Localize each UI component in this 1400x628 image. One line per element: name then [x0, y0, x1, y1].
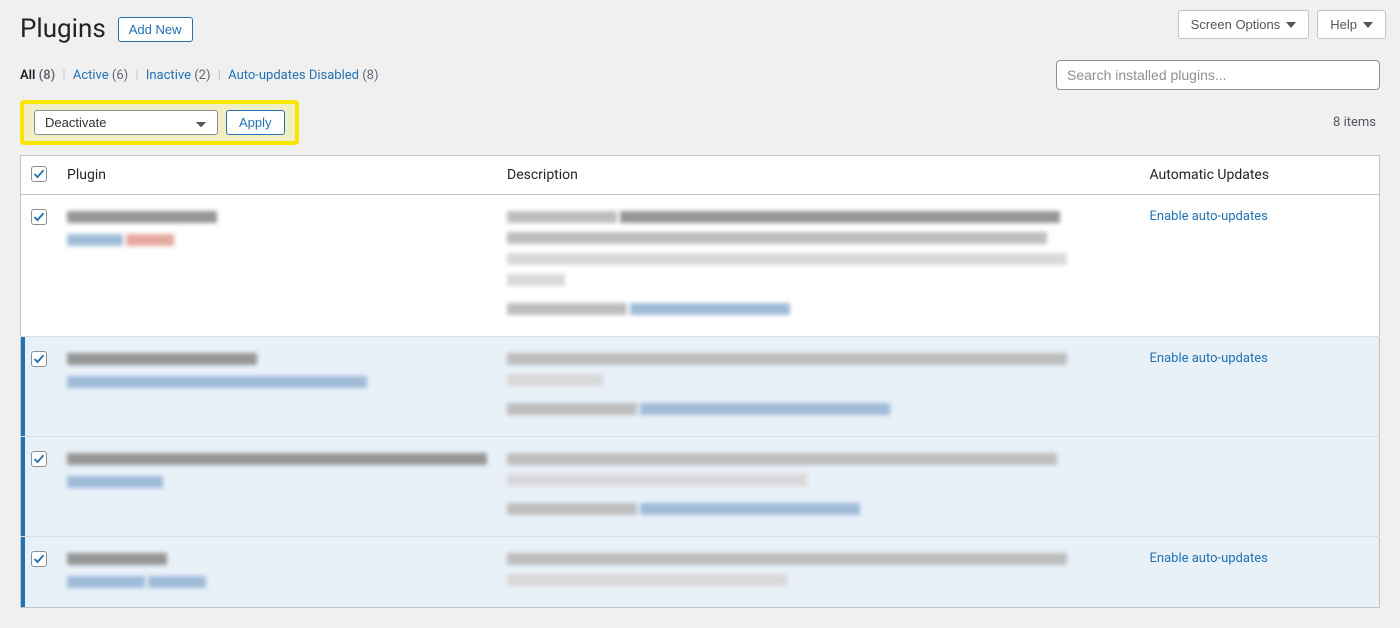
apply-button[interactable]: Apply	[226, 110, 285, 135]
caret-down-icon	[1286, 22, 1296, 28]
filter-links: All (8) | Active (6) | Inactive (2) | Au…	[20, 68, 379, 83]
plugin-description-cell	[497, 437, 1140, 537]
plugin-name-cell	[57, 337, 497, 437]
enable-auto-updates-link[interactable]: Enable auto-updates	[1150, 551, 1268, 566]
plugin-name-cell	[57, 437, 497, 537]
caret-down-icon	[1363, 22, 1373, 28]
check-icon	[33, 168, 45, 180]
page-title: Plugins	[20, 14, 106, 44]
col-description: Description	[497, 156, 1140, 195]
table-row: Enable auto-updates	[21, 537, 1380, 608]
row-checkbox[interactable]	[31, 551, 47, 567]
col-plugin: Plugin	[57, 156, 497, 195]
filter-inactive[interactable]: Inactive (2)	[146, 68, 211, 83]
table-row	[21, 437, 1380, 537]
check-icon	[33, 553, 45, 565]
plugin-description-cell	[497, 537, 1140, 608]
plugin-description-cell	[497, 337, 1140, 437]
row-checkbox[interactable]	[31, 351, 47, 367]
bulk-actions-highlight: Deactivate Apply	[20, 100, 299, 145]
table-row: Enable auto-updates	[21, 195, 1380, 337]
add-new-button[interactable]: Add New	[118, 17, 193, 42]
select-all-checkbox[interactable]	[31, 166, 47, 182]
enable-auto-updates-link[interactable]: Enable auto-updates	[1150, 209, 1268, 224]
items-count: 8 items	[1333, 115, 1376, 130]
bulk-action-select[interactable]: Deactivate	[34, 110, 218, 135]
help-label: Help	[1330, 17, 1357, 32]
screen-options-label: Screen Options	[1191, 17, 1281, 32]
filter-all[interactable]: All (8)	[20, 68, 55, 83]
plugin-description-cell	[497, 195, 1140, 337]
plugins-table: Plugin Description Automatic Updates	[20, 155, 1380, 608]
check-icon	[33, 211, 45, 223]
row-checkbox[interactable]	[31, 451, 47, 467]
filter-auto-updates-disabled[interactable]: Auto-updates Disabled (8)	[228, 68, 378, 83]
plugin-name-cell	[57, 195, 497, 337]
search-input[interactable]	[1056, 60, 1380, 90]
plugin-name-cell	[57, 537, 497, 608]
filter-active[interactable]: Active (6)	[73, 68, 128, 83]
check-icon	[33, 453, 45, 465]
col-auto-updates: Automatic Updates	[1140, 156, 1380, 195]
help-button[interactable]: Help	[1317, 10, 1386, 39]
enable-auto-updates-link[interactable]: Enable auto-updates	[1150, 351, 1268, 366]
check-icon	[33, 353, 45, 365]
row-checkbox[interactable]	[31, 209, 47, 225]
screen-options-button[interactable]: Screen Options	[1178, 10, 1310, 39]
table-row: Enable auto-updates	[21, 337, 1380, 437]
